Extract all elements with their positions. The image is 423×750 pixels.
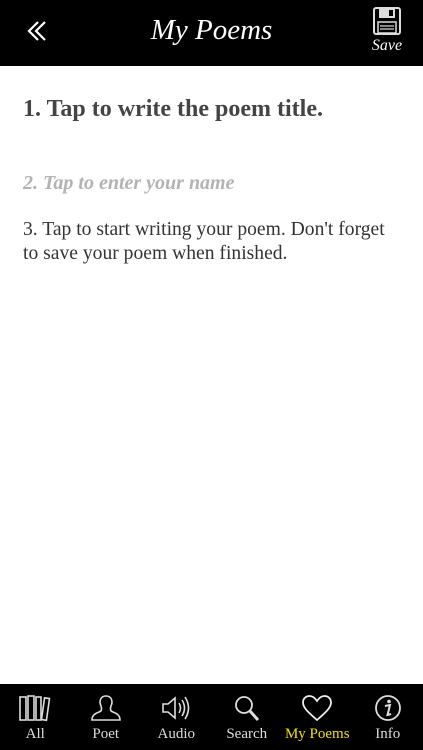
page-title: My Poems [150, 14, 273, 46]
poem-title-field[interactable]: 1. Tap to write the poem title. [23, 94, 400, 124]
save-button[interactable]: Save [361, 6, 413, 62]
top-nav-bar: My Poems Save [0, 0, 423, 66]
save-label: Save [371, 37, 403, 54]
poem-editor: 1. Tap to write the poem title. 2. Tap t… [23, 66, 400, 266]
bottom-tab-bar: All Poet Audio Search My Poems Info [0, 684, 423, 750]
tab-label: Poet [92, 726, 120, 742]
tab-search[interactable]: Search [212, 684, 283, 750]
books-icon [19, 695, 51, 722]
tab-label: Audio [157, 726, 196, 742]
tab-label: All [25, 726, 45, 742]
poet-name-field[interactable]: 2. Tap to enter your name [23, 170, 400, 196]
floppy-disk-icon [373, 7, 401, 35]
magnifier-icon [234, 696, 259, 721]
tab-poet[interactable]: Poet [71, 684, 142, 750]
tab-my-poems[interactable]: My Poems [282, 684, 353, 750]
info-icon [374, 695, 401, 721]
heart-icon [302, 695, 333, 722]
person-icon [90, 695, 121, 721]
tab-label: Info [375, 726, 401, 742]
tab-audio[interactable]: Audio [141, 684, 212, 750]
tab-all[interactable]: All [0, 684, 71, 750]
tab-label: My Poems [284, 726, 350, 742]
speaker-icon [162, 696, 190, 720]
tab-label: Search [226, 726, 268, 742]
tab-info[interactable]: Info [353, 684, 423, 750]
poem-body-field[interactable]: 3. Tap to start writing your poem. Don't… [23, 218, 400, 266]
